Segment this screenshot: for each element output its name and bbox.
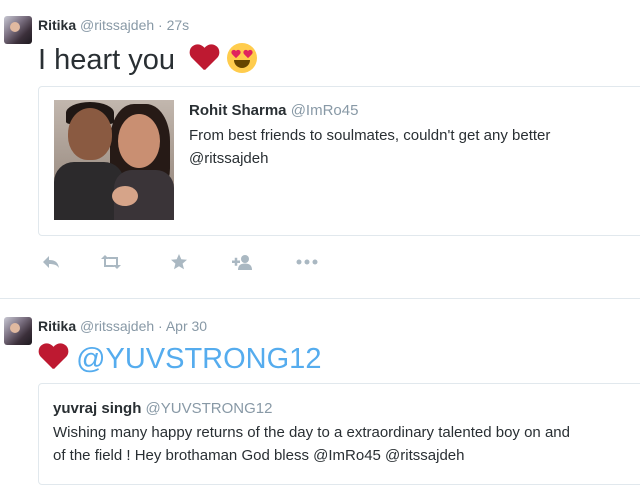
more-icon[interactable] (294, 250, 320, 274)
quoted-author-name[interactable]: yuvraj singh (53, 400, 141, 417)
quoted-tweet-text-line1: Wishing many happy returns of the day to… (53, 424, 570, 441)
separator-dot: · (158, 17, 163, 33)
tweet-timestamp[interactable]: Apr 30 (166, 318, 207, 334)
tweet-header: Ritika @ritssajdeh · 27s (38, 17, 189, 33)
author-avatar[interactable] (4, 317, 32, 345)
quoted-tweet[interactable]: Rohit Sharma @ImRo45 From best friends t… (38, 86, 640, 236)
tweet-text: I heart you (38, 40, 258, 80)
quoted-tweet-header: Rohit Sharma @ImRo45 (189, 100, 358, 121)
tweet-actions (38, 250, 338, 274)
red-heart-icon (189, 45, 219, 72)
mention-link[interactable]: @YUVSTRONG12 (76, 343, 321, 375)
quoted-author-name[interactable]: Rohit Sharma (189, 102, 287, 119)
quoted-tweet-text-line2[interactable]: @ritssajdeh (189, 148, 268, 169)
tweet-header: Ritika @ritssajdeh · Apr 30 (38, 318, 207, 334)
follow-icon[interactable] (230, 250, 256, 274)
tweet-timestamp[interactable]: 27s (167, 17, 190, 33)
author-handle[interactable]: @ritssajdeh (80, 318, 154, 334)
author-avatar[interactable] (4, 16, 32, 44)
quoted-author-handle[interactable]: @ImRo45 (291, 102, 359, 119)
retweet-icon[interactable] (98, 250, 124, 274)
tweet-text: @YUVSTRONG12 (38, 339, 321, 379)
tweet-1[interactable]: Ritika @ritssajdeh · 27s I heart you Roh… (0, 0, 640, 296)
quoted-tweet-text-line1: From best friends to soulmates, couldn't… (189, 127, 551, 144)
reply-icon[interactable] (38, 250, 64, 274)
author-name[interactable]: Ritika (38, 318, 76, 334)
author-name[interactable]: Ritika (38, 17, 76, 33)
quoted-tweet-text-line2: of the field ! Hey brothaman God bless @… (53, 447, 465, 464)
favorite-icon[interactable] (166, 250, 192, 274)
quoted-tweet-photo[interactable] (54, 100, 174, 220)
red-heart-icon (38, 344, 68, 371)
quoted-tweet-header: yuvraj singh @YUVSTRONG12 (53, 398, 272, 419)
quoted-author-handle[interactable]: @YUVSTRONG12 (146, 400, 273, 417)
tweet-text-body: I heart you (38, 44, 176, 76)
author-handle[interactable]: @ritssajdeh (80, 17, 154, 33)
separator-dot: · (158, 318, 163, 334)
quoted-tweet[interactable]: yuvraj singh @YUVSTRONG12 Wishing many h… (38, 383, 640, 485)
tweet-2[interactable]: Ritika @ritssajdeh · Apr 30 @YUVSTRONG12… (0, 298, 640, 485)
heart-eyes-face-icon (227, 43, 258, 74)
